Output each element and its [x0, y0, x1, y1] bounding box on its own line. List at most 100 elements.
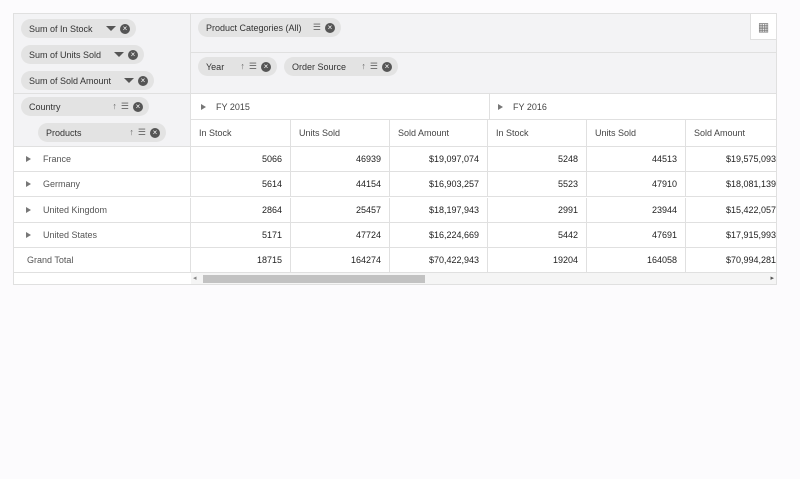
row-label: United States — [43, 229, 98, 240]
year-header[interactable]: FY 2015 — [191, 94, 490, 120]
field-label: Year — [206, 61, 225, 72]
filter-field-product-categories[interactable]: Product Categories (All) ☰ × — [198, 18, 341, 37]
filter-icon[interactable]: ☰ — [313, 23, 321, 32]
value-cell: 5442 — [488, 222, 587, 248]
year-label: FY 2016 — [513, 101, 547, 112]
sort-icon[interactable]: ↑ — [240, 62, 245, 71]
grid-settings-icon[interactable]: ▦ — [750, 14, 776, 40]
value-cell: $17,915,993 — [686, 223, 776, 248]
dropdown-icon[interactable] — [124, 78, 134, 83]
value-cell: $18,081,139 — [686, 172, 776, 198]
remove-icon[interactable]: × — [133, 101, 143, 112]
value-cell: $19,575,093 — [686, 147, 776, 172]
value-cell: 47691 — [587, 222, 686, 248]
value-cell: $18,197,943 — [390, 197, 488, 223]
value-cell: 5614 — [191, 172, 291, 198]
value-cell: 5523 — [488, 172, 587, 198]
row-header[interactable]: Germany — [14, 172, 191, 198]
measure-header[interactable]: In Stock — [488, 120, 587, 147]
filter-icon[interactable]: ☰ — [370, 62, 378, 71]
field-label: Product Categories (All) — [206, 22, 302, 33]
expand-icon[interactable] — [498, 103, 503, 110]
value-cell: 164058 — [587, 248, 686, 274]
remove-icon[interactable]: × — [128, 49, 138, 60]
expand-icon[interactable] — [26, 231, 31, 238]
remove-icon[interactable]: × — [382, 61, 392, 72]
remove-icon[interactable]: × — [138, 75, 148, 86]
row-header[interactable]: United Kingdom — [14, 197, 191, 223]
value-cell: 18715 — [191, 248, 291, 274]
value-cell: $15,422,057 — [686, 198, 776, 223]
value-cell: 164274 — [291, 248, 390, 274]
filter-icon[interactable]: ☰ — [138, 128, 146, 137]
value-field-units-sold[interactable]: Sum of Units Sold × — [21, 45, 144, 64]
expand-icon[interactable] — [201, 103, 206, 110]
pivot-table: Sum of In Stock × Sum of Units Sold × Sum … — [13, 13, 777, 285]
row-label: Germany — [43, 179, 81, 190]
row-label: France — [43, 154, 72, 164]
row-field-country[interactable]: Country ↑ ☰ × — [21, 97, 149, 116]
scroll-right-icon[interactable]: ▸ — [770, 274, 774, 282]
value-field-in-stock[interactable]: Sum of In Stock × — [21, 19, 136, 38]
filter-icon[interactable]: ☰ — [249, 62, 257, 71]
field-label: Order Source — [292, 61, 347, 72]
column-field-order-source[interactable]: Order Source ↑ ☰ × — [284, 57, 398, 76]
row-header[interactable]: United States — [14, 222, 191, 248]
field-label: Country — [29, 101, 61, 112]
year-header[interactable]: FY 2016 — [488, 94, 776, 120]
measure-header[interactable]: Units Sold — [291, 120, 390, 147]
value-field-sold-amount[interactable]: Sum of Sold Amount × — [21, 71, 154, 90]
expand-icon[interactable] — [26, 181, 31, 188]
value-cell: $70,422,943 — [390, 248, 488, 274]
filter-icon[interactable]: ☰ — [121, 102, 129, 111]
sort-icon[interactable]: ↑ — [112, 102, 117, 111]
field-label: Sum of Units Sold — [29, 49, 102, 60]
field-label: Sum of In Stock — [29, 23, 93, 34]
dropdown-icon[interactable] — [114, 52, 124, 57]
value-cell: 5171 — [191, 222, 291, 248]
value-cell: $16,224,669 — [390, 222, 488, 248]
scrollbar-thumb[interactable] — [203, 275, 425, 283]
column-field-year[interactable]: Year ↑ ☰ × — [198, 57, 277, 76]
value-cell: 2864 — [191, 197, 291, 223]
value-cell: 44154 — [291, 172, 390, 198]
value-cell: 2991 — [488, 197, 587, 223]
field-label: Products — [46, 127, 82, 138]
rows-area: Country ↑ ☰ × Products ↑ ☰ × — [14, 94, 191, 147]
value-cell: 44513 — [587, 147, 686, 172]
expand-icon[interactable] — [26, 206, 31, 213]
value-cell: 47910 — [587, 172, 686, 198]
horizontal-scrollbar[interactable]: ◂ ▸ — [191, 273, 776, 284]
field-label: Sum of Sold Amount — [29, 75, 112, 86]
expand-icon[interactable] — [26, 156, 31, 162]
value-cell: 23944 — [587, 197, 686, 223]
value-cell: 47724 — [291, 222, 390, 248]
value-cell: 19204 — [488, 248, 587, 274]
columns-area: Year ↑ ☰ × Order Source ↑ ☰ × — [191, 53, 776, 94]
scroll-left-icon[interactable]: ◂ — [193, 274, 197, 282]
value-cell: 46939 — [291, 147, 390, 172]
sort-icon[interactable]: ↑ — [361, 62, 366, 71]
grand-total-label: Grand Total — [14, 248, 191, 274]
measure-header[interactable]: In Stock — [191, 120, 291, 147]
measure-header[interactable]: Sold Amount — [686, 120, 776, 147]
measure-header[interactable]: Units Sold — [587, 120, 686, 147]
value-cell: 5248 — [488, 147, 587, 172]
dropdown-icon[interactable] — [106, 26, 116, 31]
values-area: Sum of In Stock × Sum of Units Sold × Sum … — [14, 14, 191, 94]
value-cell: 25457 — [291, 197, 390, 223]
remove-icon[interactable]: × — [261, 61, 271, 72]
value-cell: $19,097,074 — [390, 147, 488, 172]
value-cell: 5066 — [191, 147, 291, 172]
remove-icon[interactable]: × — [325, 22, 335, 33]
row-header[interactable]: France — [14, 147, 191, 172]
remove-icon[interactable]: × — [150, 127, 160, 138]
measure-header[interactable]: Sold Amount — [390, 120, 488, 147]
sort-icon[interactable]: ↑ — [129, 128, 134, 137]
row-field-products[interactable]: Products ↑ ☰ × — [38, 123, 166, 142]
value-cell: $70,994,281 — [686, 248, 776, 274]
row-label: Grand Total — [27, 255, 74, 266]
value-cell: $16,903,257 — [390, 172, 488, 198]
row-label: United Kingdom — [43, 204, 108, 215]
remove-icon[interactable]: × — [120, 23, 130, 34]
